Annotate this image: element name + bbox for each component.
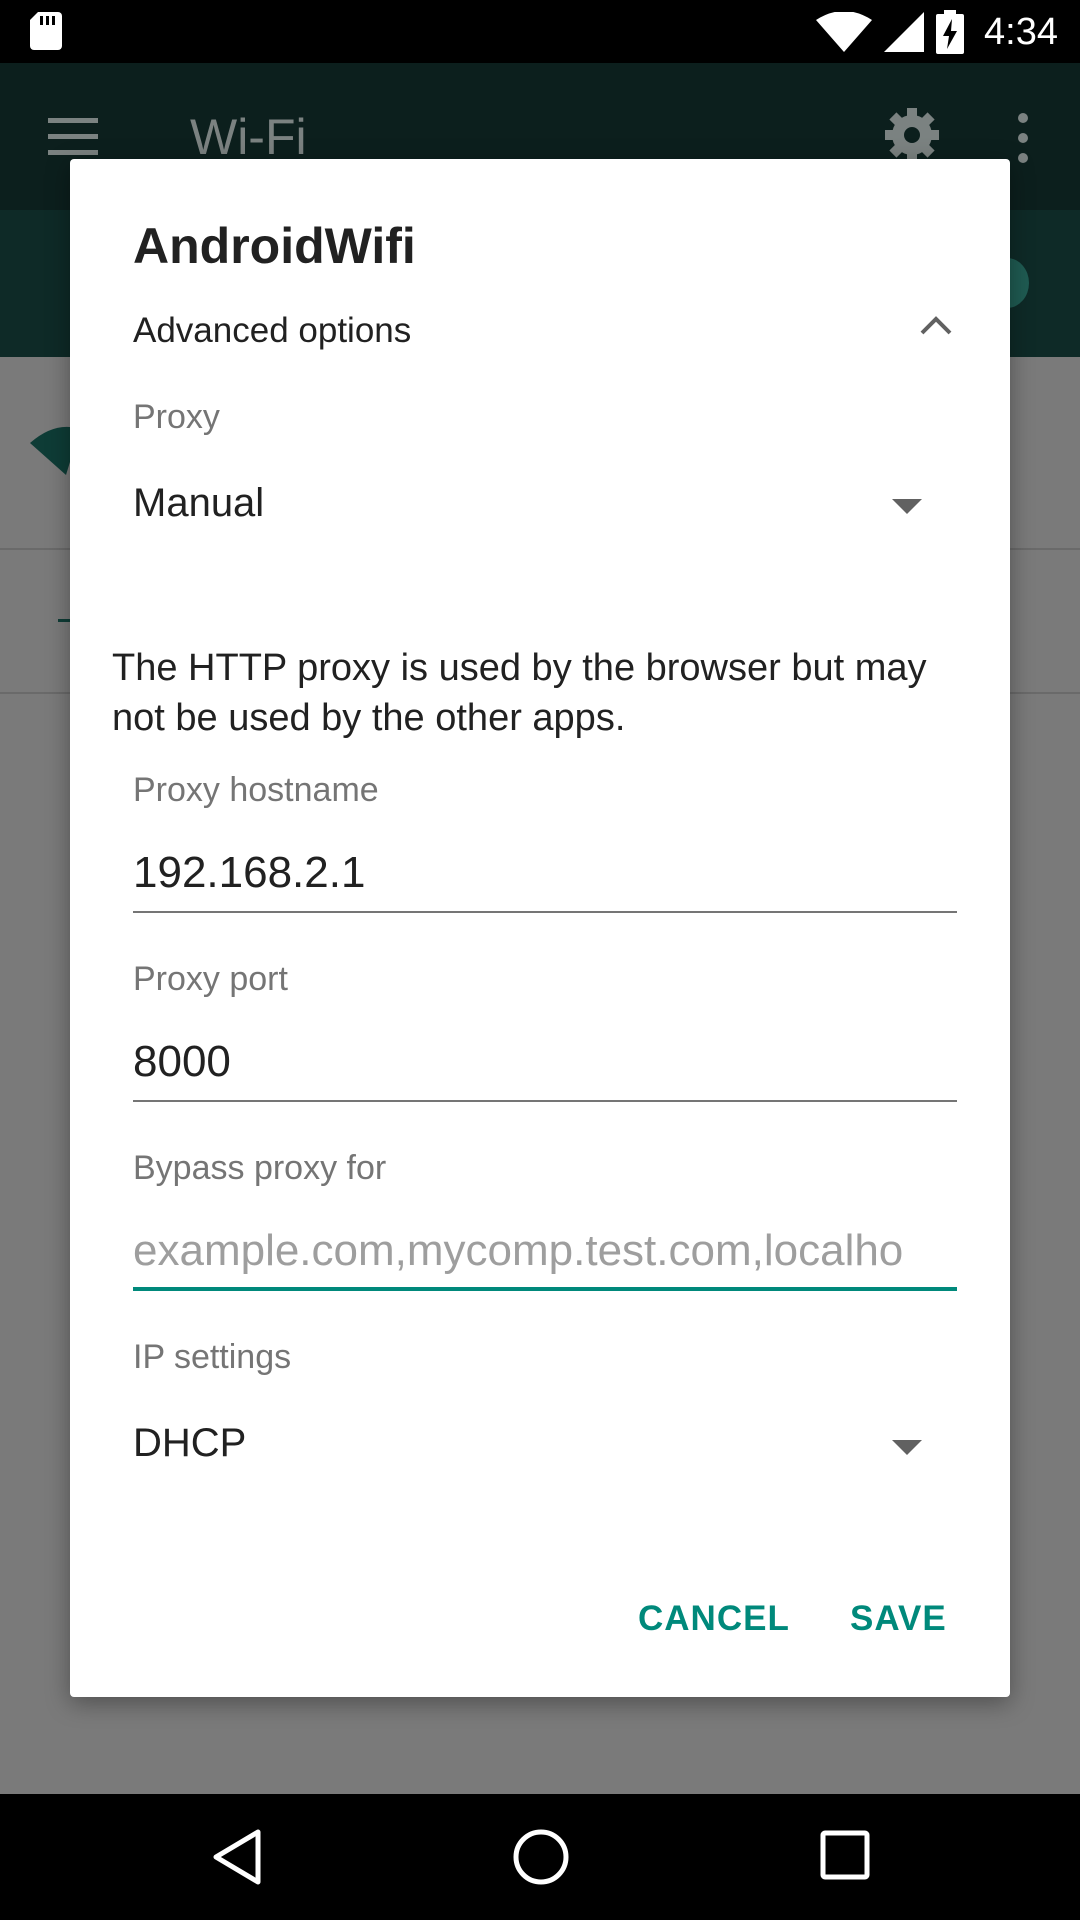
bypass-proxy-underline bbox=[133, 1287, 957, 1291]
recents-icon[interactable] bbox=[820, 1830, 870, 1880]
proxy-hostname-label: Proxy hostname bbox=[133, 771, 379, 809]
advanced-options-label[interactable]: Advanced options bbox=[133, 311, 411, 351]
proxy-info-text: The HTTP proxy is used by the browser bu… bbox=[112, 647, 927, 739]
gear-icon[interactable] bbox=[885, 108, 939, 162]
status-time: 4:34 bbox=[984, 10, 1058, 53]
proxy-port-underline bbox=[133, 1100, 957, 1102]
home-icon[interactable] bbox=[512, 1828, 570, 1886]
proxy-hostname-input[interactable]: 192.168.2.1 bbox=[133, 848, 957, 898]
back-icon[interactable] bbox=[210, 1828, 262, 1886]
dialog-title: AndroidWifi bbox=[133, 218, 416, 274]
ip-settings-spinner[interactable]: DHCP bbox=[133, 1421, 246, 1466]
proxy-label: Proxy bbox=[133, 398, 220, 436]
more-vert-icon[interactable] bbox=[1010, 112, 1036, 164]
battery-charging-icon bbox=[936, 10, 965, 54]
cancel-button[interactable]: CANCEL bbox=[638, 1599, 790, 1639]
wifi-config-dialog: AndroidWifi Advanced options Proxy Manua… bbox=[70, 159, 1010, 1697]
dropdown-arrow-icon[interactable] bbox=[892, 497, 922, 515]
proxy-port-label: Proxy port bbox=[133, 960, 288, 998]
dropdown-arrow-icon[interactable] bbox=[892, 1438, 922, 1456]
sd-card-icon bbox=[30, 12, 62, 50]
wifi-signal-icon bbox=[816, 12, 873, 52]
proxy-spinner[interactable]: Manual bbox=[133, 481, 264, 526]
cell-signal-icon bbox=[884, 12, 925, 52]
save-button[interactable]: SAVE bbox=[850, 1599, 947, 1639]
navigation-bar bbox=[0, 1794, 1080, 1920]
bypass-proxy-input[interactable]: example.com,mycomp.test.com,localho bbox=[133, 1226, 957, 1276]
status-bar: 4:34 bbox=[0, 0, 1080, 63]
proxy-port-input[interactable]: 8000 bbox=[133, 1037, 957, 1087]
ip-settings-label: IP settings bbox=[133, 1338, 292, 1376]
menu-icon[interactable] bbox=[48, 118, 98, 156]
status-icons: 4:34 bbox=[816, 8, 1058, 56]
bypass-proxy-label: Bypass proxy for bbox=[133, 1149, 387, 1187]
app-title: Wi-Fi bbox=[190, 109, 307, 165]
chevron-up-icon[interactable] bbox=[918, 307, 954, 343]
screen: 4:34 Wi-Fi AndroidWifi Advanced options bbox=[0, 0, 1080, 1920]
proxy-hostname-underline bbox=[133, 911, 957, 913]
